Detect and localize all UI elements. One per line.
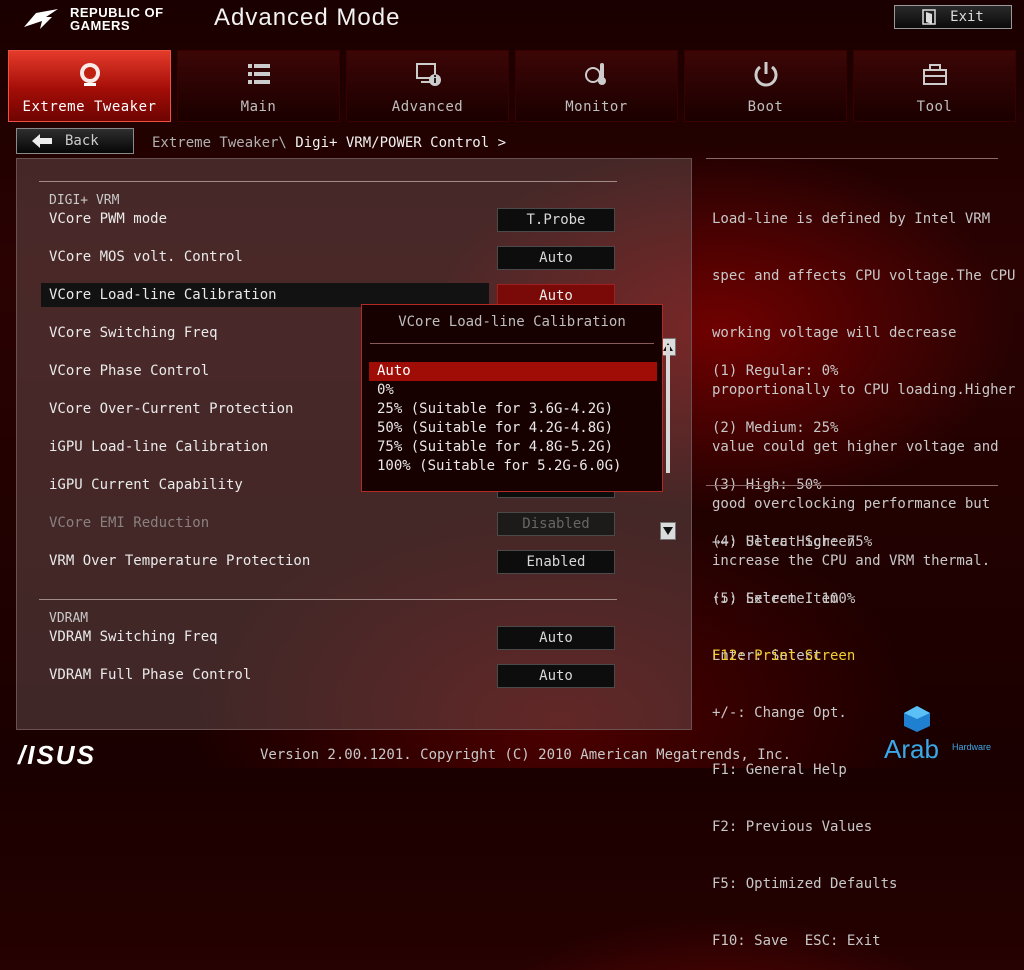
- version-text: Version 2.00.1201. Copyright (C) 2010 Am…: [260, 747, 792, 763]
- option-popup: VCore Load-line Calibration Auto 0% 25% …: [361, 304, 670, 492]
- setting-label[interactable]: VCore Phase Control: [49, 363, 209, 379]
- divider: [706, 485, 998, 486]
- setting-value[interactable]: Auto: [497, 246, 615, 270]
- watermark-sub: Hardware: [952, 742, 992, 752]
- section-title-digi-vrm: DIGI+ VRM: [49, 193, 120, 208]
- page-title: Advanced Mode: [214, 4, 401, 31]
- back-button[interactable]: Back: [16, 128, 134, 154]
- tab-bar: Extreme Tweaker Main Advanced Monitor Bo…: [8, 50, 1016, 122]
- divider: [39, 599, 617, 600]
- rog-tweaker-icon: [79, 63, 100, 86]
- popup-option[interactable]: 50% (Suitable for 4.2G-4.8G): [369, 419, 657, 438]
- back-label: Back: [65, 133, 99, 149]
- asus-logo: /ISUS: [18, 740, 96, 770]
- setting-value[interactable]: Enabled: [497, 550, 615, 574]
- tab-label: Main: [240, 99, 277, 115]
- info-monitor-icon: [415, 63, 441, 86]
- setting-label[interactable]: VDRAM Full Phase Control: [49, 667, 251, 683]
- divider: [370, 343, 654, 344]
- list-icon: [247, 64, 270, 84]
- setting-label[interactable]: VCore Switching Freq: [49, 325, 218, 341]
- setting-label[interactable]: VRM Over Temperature Protection: [49, 553, 310, 569]
- divider: [706, 158, 998, 159]
- setting-label[interactable]: iGPU Load-line Calibration: [49, 439, 268, 455]
- tab-label: Advanced: [391, 99, 464, 115]
- rog-logo: REPUBLIC OF GAMERS: [22, 6, 164, 32]
- rog-eye-icon: [24, 9, 58, 29]
- tab-advanced[interactable]: Advanced: [346, 50, 509, 122]
- setting-label[interactable]: VCore Over-Current Protection: [49, 401, 293, 417]
- popup-option[interactable]: 25% (Suitable for 3.6G-4.2G): [369, 400, 657, 419]
- tab-tool[interactable]: Tool: [853, 50, 1016, 122]
- tab-label: Extreme Tweaker: [22, 99, 157, 115]
- thermometer-icon: [584, 63, 606, 85]
- breadcrumb-parent[interactable]: Extreme Tweaker\: [152, 135, 295, 151]
- setting-label[interactable]: VCore MOS volt. Control: [49, 249, 243, 265]
- section-title-vdram: VDRAM: [49, 611, 89, 626]
- back-arrow-icon: [32, 134, 52, 148]
- toolbox-icon: [922, 64, 947, 85]
- popup-option[interactable]: 75% (Suitable for 4.8G-5.2G): [369, 438, 657, 457]
- setting-value[interactable]: Auto: [497, 626, 615, 650]
- cube-logo-icon: [904, 706, 930, 732]
- exit-door-icon: [922, 9, 936, 25]
- arrow-down-icon: [663, 527, 673, 535]
- setting-label[interactable]: iGPU Current Capability: [49, 477, 243, 493]
- setting-label[interactable]: VCore PWM mode: [49, 211, 167, 227]
- tab-boot[interactable]: Boot: [684, 50, 847, 122]
- popup-option[interactable]: 100% (Suitable for 5.2G-6.0G): [369, 457, 657, 476]
- divider: [39, 181, 617, 182]
- breadcrumb: Extreme Tweaker\ Digi+ VRM/POWER Control…: [152, 135, 506, 151]
- key-help: →←: Select Screen ↑↓: Select Item Enter:…: [712, 534, 898, 949]
- power-icon: [754, 62, 777, 87]
- watermark-logo: Arab: [884, 734, 939, 764]
- brand-text: REPUBLIC OF GAMERS: [70, 5, 164, 33]
- setting-value-disabled: Disabled: [497, 512, 615, 536]
- tab-label: Monitor: [565, 99, 628, 115]
- setting-label[interactable]: VDRAM Switching Freq: [49, 629, 218, 645]
- exit-button[interactable]: Exit: [894, 5, 1012, 29]
- tab-label: Boot: [747, 99, 784, 115]
- tab-label: Tool: [916, 99, 953, 115]
- popup-option-selected[interactable]: Auto: [369, 362, 657, 381]
- setting-label-selected[interactable]: VCore Load-line Calibration: [49, 287, 277, 303]
- print-screen-key: F12: Print Screen: [712, 648, 856, 664]
- exit-label: Exit: [950, 9, 984, 25]
- popup-title: VCore Load-line Calibration: [398, 314, 626, 330]
- setting-value[interactable]: Auto: [497, 664, 615, 688]
- popup-scrollbar[interactable]: [666, 345, 670, 473]
- tab-extreme-tweaker[interactable]: Extreme Tweaker: [8, 50, 171, 122]
- breadcrumb-current: Digi+ VRM/POWER Control >: [295, 135, 507, 151]
- popup-option[interactable]: 0%: [369, 381, 657, 400]
- tab-monitor[interactable]: Monitor: [515, 50, 678, 122]
- scroll-down-button[interactable]: [660, 522, 676, 540]
- setting-value[interactable]: T.Probe: [497, 208, 615, 232]
- setting-label-disabled: VCore EMI Reduction: [49, 515, 210, 531]
- tab-main[interactable]: Main: [177, 50, 340, 122]
